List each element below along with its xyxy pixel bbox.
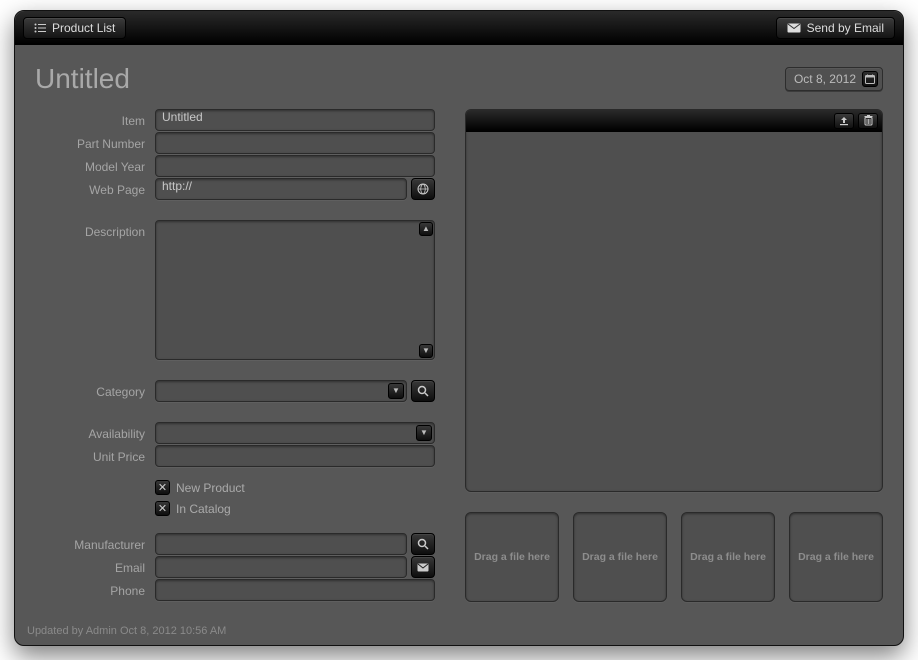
date-field[interactable]: Oct 8, 2012 xyxy=(785,67,883,91)
label-part-number: Part Number xyxy=(35,132,155,151)
scroll-up-button[interactable]: ▲ xyxy=(419,222,433,236)
calendar-icon[interactable] xyxy=(862,71,878,87)
search-icon xyxy=(417,385,429,397)
email-input[interactable] xyxy=(155,556,407,578)
status-text: Updated by Admin Oct 8, 2012 10:56 AM xyxy=(27,625,226,637)
chevron-up-icon: ▲ xyxy=(422,225,430,233)
label-availability: Availability xyxy=(35,422,155,441)
send-email-label: Send by Email xyxy=(807,21,884,35)
new-product-label: New Product xyxy=(176,481,245,495)
product-list-label: Product List xyxy=(52,21,115,35)
product-list-button[interactable]: Product List xyxy=(23,17,126,39)
upload-button[interactable] xyxy=(834,113,854,129)
drop-zone-1[interactable]: Drag a file here xyxy=(465,512,559,602)
drop-row: Drag a file here Drag a file here Drag a… xyxy=(465,512,883,602)
send-by-email-button[interactable]: Send by Email xyxy=(776,17,895,39)
form-column: Item Untitled Part Number Model Year Web… xyxy=(35,109,435,602)
label-manufacturer: Manufacturer xyxy=(35,533,155,552)
globe-icon xyxy=(417,183,429,195)
label-phone: Phone xyxy=(35,579,155,598)
open-url-button[interactable] xyxy=(411,178,435,200)
web-page-input[interactable]: http:// xyxy=(155,178,407,200)
window: Product List Send by Email Untitled Oct … xyxy=(14,10,904,646)
toolbar: Product List Send by Email xyxy=(15,11,903,45)
preview-panel xyxy=(465,109,883,492)
label-category: Category xyxy=(35,380,155,399)
drop-zone-3[interactable]: Drag a file here xyxy=(681,512,775,602)
upload-icon xyxy=(839,116,849,126)
drop-zone-2[interactable]: Drag a file here xyxy=(573,512,667,602)
delete-button[interactable] xyxy=(858,113,878,129)
content: Item Untitled Part Number Model Year Web… xyxy=(15,95,903,612)
in-catalog-checkbox[interactable]: ✕ xyxy=(155,501,170,516)
preview-toolbar xyxy=(466,110,882,132)
mail-icon xyxy=(417,563,429,572)
model-year-input[interactable] xyxy=(155,155,435,177)
in-catalog-label: In Catalog xyxy=(176,502,231,516)
status-bar: Updated by Admin Oct 8, 2012 10:56 AM xyxy=(15,619,903,645)
item-input[interactable]: Untitled xyxy=(155,109,435,131)
trash-icon xyxy=(864,115,873,126)
unit-price-input[interactable] xyxy=(155,445,435,467)
search-icon xyxy=(417,538,429,550)
label-email: Email xyxy=(35,556,155,575)
dropdown-icon: ▼ xyxy=(416,425,432,441)
availability-select[interactable]: ▼ xyxy=(155,422,435,444)
category-select[interactable]: ▼ xyxy=(155,380,407,402)
drop-zone-4[interactable]: Drag a file here xyxy=(789,512,883,602)
dropdown-icon: ▼ xyxy=(388,383,404,399)
category-search-button[interactable] xyxy=(411,380,435,402)
list-icon xyxy=(34,23,46,33)
label-item: Item xyxy=(35,109,155,128)
label-model-year: Model Year xyxy=(35,155,155,174)
part-number-input[interactable] xyxy=(155,132,435,154)
phone-input[interactable] xyxy=(155,579,435,601)
new-product-checkbox[interactable]: ✕ xyxy=(155,480,170,495)
label-unit-price: Unit Price xyxy=(35,445,155,464)
scroll-down-button[interactable]: ▼ xyxy=(419,344,433,358)
mail-icon xyxy=(787,23,801,33)
email-button[interactable] xyxy=(411,556,435,578)
label-description: Description xyxy=(35,220,155,239)
label-web-page: Web Page xyxy=(35,178,155,197)
description-textarea[interactable] xyxy=(155,220,435,360)
manufacturer-search-button[interactable] xyxy=(411,533,435,555)
preview-column: Drag a file here Drag a file here Drag a… xyxy=(465,109,883,602)
chevron-down-icon: ▼ xyxy=(422,347,430,355)
manufacturer-input[interactable] xyxy=(155,533,407,555)
page-title: Untitled xyxy=(35,63,130,95)
date-value: Oct 8, 2012 xyxy=(794,72,856,86)
page-header: Untitled Oct 8, 2012 xyxy=(15,45,903,95)
